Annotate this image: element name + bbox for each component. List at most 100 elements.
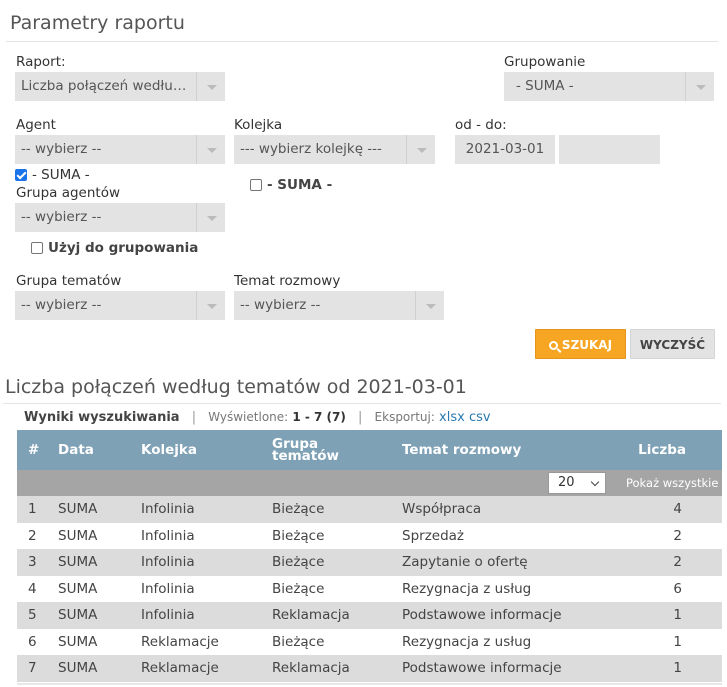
col-header-temat[interactable]: Temat rozmowy [402, 430, 521, 470]
cell-temat: Zapytanie o ofertę [402, 554, 528, 570]
cell-data: SUMA [58, 633, 98, 650]
chevron-down-icon [685, 72, 714, 101]
cell-liczba: 2 [673, 554, 682, 570]
cell-grupa: Bieżące [272, 527, 325, 544]
cell-liczba: 1 [673, 633, 682, 650]
displayed-value: 1 - 7 (7) [292, 410, 346, 424]
cell-num: 7 [28, 660, 37, 676]
agent-suma-label: - SUMA - [32, 167, 90, 183]
clear-button[interactable]: WYCZYŚĆ [630, 329, 715, 359]
cell-num: 1 [28, 501, 37, 517]
title-divider [6, 41, 718, 42]
uzyj-do-grupowania-label: Użyj do grupowania [48, 240, 199, 256]
kolejka-suma-label: - SUMA - [267, 177, 333, 193]
chevron-down-icon [196, 203, 225, 232]
table-row: 4 SUMA Infolinia Bieżące Rezygnacja z us… [17, 575, 722, 602]
col-header-num[interactable]: # [28, 430, 39, 470]
cell-grupa: Reklamacja [272, 607, 350, 623]
kolejka-select[interactable]: --- wybierz kolejkę --- [234, 135, 435, 164]
chevron-down-icon [196, 72, 225, 101]
col-header-data[interactable]: Data [58, 430, 94, 470]
col-header-liczba[interactable]: Liczba [638, 430, 686, 470]
uzyj-do-grupowania-checkbox[interactable]: Użyj do grupowania [31, 240, 198, 256]
cell-temat: Rezygnacja z usług [402, 633, 532, 650]
grupa-tematow-label: Grupa tematów [16, 273, 122, 289]
table-row: 1 SUMA Infolinia Bieżące Współpraca 4 [17, 496, 722, 523]
cell-liczba: 1 [673, 607, 682, 623]
cell-data: SUMA [58, 527, 98, 544]
col-header-grupa-line2: tematów [272, 448, 339, 464]
date-to-input[interactable] [559, 135, 660, 164]
agent-suma-checkbox[interactable]: - SUMA - [15, 167, 90, 183]
search-button-label: SZUKAJ [561, 338, 613, 352]
cell-temat: Rezygnacja z usług [402, 580, 532, 597]
export-xlsx-link[interactable]: xlsx [439, 410, 465, 425]
checkbox-unchecked-icon[interactable] [250, 179, 262, 191]
chevron-down-icon [415, 291, 444, 320]
raport-select[interactable]: Liczba połączeń według tematów [15, 72, 225, 101]
checkbox-checked-icon[interactable] [15, 169, 27, 181]
cell-liczba: 6 [673, 580, 682, 597]
agent-select[interactable]: -- wybierz -- [15, 135, 225, 164]
grupowanie-select[interactable]: - SUMA - [504, 72, 714, 101]
cell-grupa: Bieżące [272, 554, 325, 570]
col-header-grupa[interactable]: Grupa tematów [272, 430, 339, 470]
export-csv-link[interactable]: csv [469, 410, 491, 425]
cell-kolejka: Infolinia [141, 501, 195, 517]
results-title: Liczba połączeń według tematów od 2021-0… [5, 376, 467, 398]
cell-kolejka: Reklamacje [141, 633, 219, 650]
table-row: 2 SUMA Infolinia Bieżące Sprzedaż 2 [17, 522, 722, 549]
table-body: 1 SUMA Infolinia Bieżące Współpraca 4 2 … [17, 496, 722, 682]
date-from-input[interactable]: 2021-03-01 [455, 135, 555, 164]
table-row: 6 SUMA Reklamacje Bieżące Rezygnacja z u… [17, 628, 722, 655]
pager-bar: 20 Pokaż wszystkie [17, 470, 722, 496]
kolejka-label: Kolejka [234, 117, 283, 133]
cell-temat: Podstawowe informacje [402, 660, 562, 676]
table-row: 3 SUMA Infolinia Bieżące Zapytanie o ofe… [17, 549, 722, 576]
meta-separator: | [358, 410, 363, 425]
cell-kolejka: Infolinia [141, 607, 195, 623]
cell-num: 2 [28, 527, 37, 544]
chevron-down-icon [196, 135, 225, 164]
agent-select-value: -- wybierz -- [21, 141, 102, 157]
results-meta-label: Wyniki wyszukiwania [24, 410, 180, 425]
cell-kolejka: Reklamacje [141, 660, 219, 676]
cell-grupa: Bieżące [272, 501, 325, 517]
cell-grupa: Bieżące [272, 580, 325, 597]
cell-num: 3 [28, 554, 37, 570]
displayed-label: Wyświetlone: [208, 410, 289, 424]
cell-data: SUMA [58, 554, 98, 570]
grupa-tematow-select[interactable]: -- wybierz -- [15, 291, 225, 320]
cell-kolejka: Infolinia [141, 554, 195, 570]
grupa-agentow-select-value: -- wybierz -- [21, 209, 102, 225]
show-all-link[interactable]: Pokaż wszystkie [626, 470, 718, 496]
cell-data: SUMA [58, 580, 98, 597]
cell-data: SUMA [58, 501, 98, 517]
chevron-down-icon [406, 135, 435, 164]
chevron-down-icon [196, 291, 225, 320]
results-divider [3, 403, 721, 404]
search-button[interactable]: SZUKAJ [535, 329, 626, 359]
checkbox-unchecked-icon[interactable] [31, 242, 43, 254]
temat-rozmowy-select[interactable]: -- wybierz -- [234, 291, 444, 320]
cell-grupa: Bieżące [272, 633, 325, 650]
cell-liczba: 4 [673, 501, 682, 517]
raport-select-value: Liczba połączeń według tematów [21, 78, 225, 94]
cell-kolejka: Infolinia [141, 527, 195, 544]
table-header: # Data Kolejka Grupa tematów Temat rozmo… [17, 430, 722, 470]
grupa-agentow-label: Grupa agentów [16, 185, 120, 201]
temat-rozmowy-select-value: -- wybierz -- [240, 297, 321, 313]
cell-num: 6 [28, 633, 37, 650]
grupowanie-label: Grupowanie [504, 54, 586, 70]
search-icon [548, 341, 558, 350]
cell-liczba: 2 [673, 527, 682, 544]
kolejka-suma-checkbox[interactable]: - SUMA - [250, 177, 332, 193]
col-header-kolejka[interactable]: Kolejka [141, 430, 197, 470]
export-label: Eksportuj: [374, 410, 435, 424]
page-size-select[interactable]: 20 [548, 472, 606, 494]
cell-data: SUMA [58, 660, 98, 676]
grupa-agentow-select[interactable]: -- wybierz -- [15, 203, 225, 232]
cell-temat: Podstawowe informacje [402, 607, 562, 623]
table-bottom-divider [17, 683, 722, 685]
results-meta: Wyniki wyszukiwania | Wyświetlone: 1 - 7… [24, 410, 491, 425]
